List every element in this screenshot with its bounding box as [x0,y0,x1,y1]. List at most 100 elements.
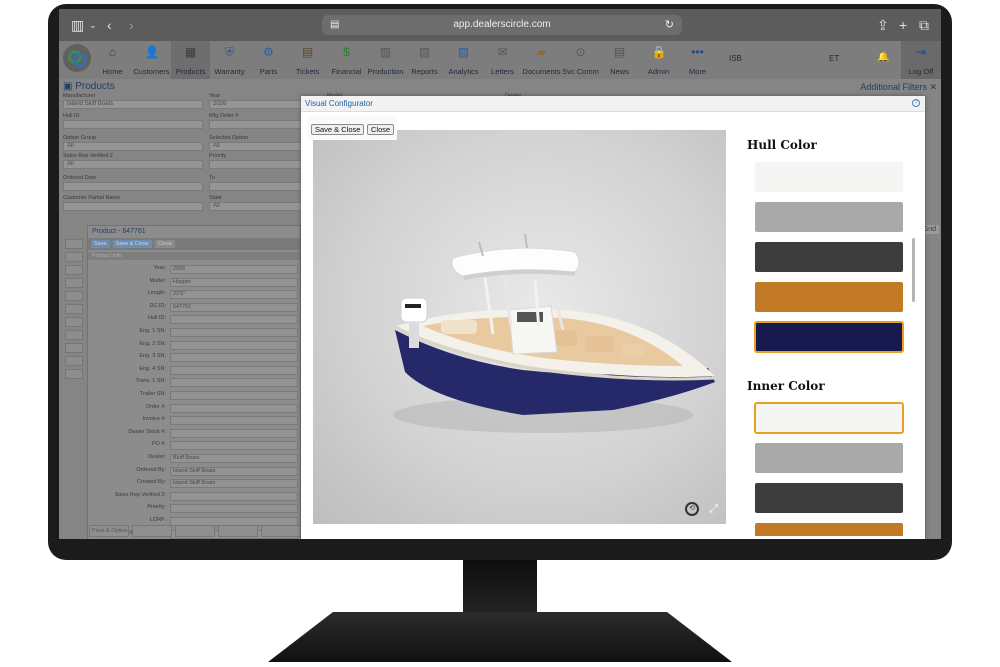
additional-filters-link[interactable]: Additional Filters ✕ [860,82,937,93]
hull-color-swatch-5[interactable] [754,321,904,353]
sidebar-icon[interactable]: ▥ [71,17,84,33]
product-save-close-button[interactable]: Save & Close [112,240,152,248]
share-icon[interactable]: ⇪ [877,17,889,33]
nav-analytics[interactable]: ▨ Analytics [444,41,483,79]
nav-label: News [610,67,629,76]
product-info-value[interactable] [170,353,298,363]
options-panel: Hull Color Inner Color [741,130,917,536]
product-info-label: Eng. 2 SN: [139,340,166,347]
nav-letters[interactable]: ✉ Letters [483,41,522,79]
filter-input[interactable] [63,202,203,211]
forward-icon[interactable]: › [129,17,134,33]
product-info-value[interactable]: Hopper [170,277,298,287]
close-button[interactable]: Close [367,124,395,135]
product-info-label: Eng. 3 SN: [139,353,166,360]
save-close-button[interactable]: Save & Close [311,124,365,135]
product-info-value[interactable]: 22'6" [170,290,298,300]
nav-products[interactable]: ▦ Products [171,41,210,79]
nav-more[interactable]: ••• More [678,41,717,79]
nav-tickets[interactable]: ▤ Tickets [288,41,327,79]
product-close-button[interactable]: Close [154,240,175,248]
product-info-value[interactable] [170,416,298,426]
url-bar[interactable]: ▤ app.dealerscircle.com ↻ [322,15,682,35]
product-info-value[interactable]: Island Skiff Boats [170,466,298,476]
product-info-value[interactable] [170,428,298,438]
hull-color-swatch-4[interactable] [755,282,903,312]
product-info-row: Trailer SN: [88,390,302,401]
nav-parts[interactable]: ⚙ Parts [249,41,288,79]
filter-input[interactable]: All [63,160,203,169]
product-tab[interactable] [218,525,258,537]
product-tab[interactable]: Price & Options [89,525,129,537]
product-info-label: Sales Rep Verified 2: [114,491,166,498]
expand-icon[interactable]: ⤢ [709,503,718,516]
nav-label: Documents [522,67,561,76]
nav-label: Products [175,67,206,76]
hull-color-swatch-2[interactable] [755,202,903,232]
product-info-value[interactable] [170,315,298,325]
chevron-down-icon[interactable]: ⌄ [89,17,97,33]
nav-news[interactable]: ▤ News [600,41,639,79]
product-info-value[interactable] [170,441,298,451]
product-tab[interactable] [132,525,172,537]
inner-color-swatch-3[interactable] [755,483,903,513]
product-info-row: Created By: Island Skiff Boats [88,478,302,489]
product-tab[interactable] [175,525,215,537]
inner-color-swatch-1[interactable] [754,402,904,434]
tickets-icon: ▤ [301,45,314,59]
back-icon[interactable]: ‹ [107,17,112,33]
product-info-value[interactable] [170,391,298,400]
dealerscircle-logo[interactable] [63,44,91,72]
bell-icon[interactable]: 🔔 [877,52,889,64]
plus-icon[interactable]: + [899,17,907,33]
product-info-value[interactable] [170,491,298,501]
product-info-value[interactable] [170,328,298,337]
nav-production[interactable]: ▥ Production [366,41,405,79]
nav-warranty[interactable]: ⛨ Warranty [210,41,249,79]
inner-color-swatch-4[interactable] [755,523,903,536]
help-icon[interactable]: ? [912,99,920,107]
boat-3d-viewer[interactable]: ⟲ ⤢ [313,130,726,524]
product-info-value[interactable] [170,403,298,413]
product-tab[interactable] [261,525,301,537]
product-info-value[interactable] [170,340,298,350]
reload-icon[interactable]: ↻ [665,15,674,35]
nav-svc-comm[interactable]: ⊙ Svc Comm [561,41,600,79]
nav-financial[interactable]: $ Financial [327,41,366,79]
nav-reports[interactable]: ▧ Reports [405,41,444,79]
product-info-label: Eng. 4 SN: [139,365,166,372]
nav-home[interactable]: ⌂ Home [93,41,132,79]
nav-customers[interactable]: 👤 Customers [132,41,171,79]
product-save-button[interactable]: Save [91,240,110,248]
hull-color-swatch-1[interactable] [755,162,903,192]
nav-documents[interactable]: ▰ Documents [522,41,561,79]
product-info-label: Created By: [136,479,166,486]
product-info-value[interactable]: Bluff Boats [170,454,298,463]
more-icon: ••• [691,45,704,59]
filter-label: Manufacturer [63,93,96,99]
product-info-value[interactable] [170,504,298,514]
rotate-360-icon[interactable]: ⟲ [685,502,699,516]
tabs-icon[interactable]: ⧉ [919,17,929,33]
nav-admin[interactable]: 🔒 Admin [639,41,678,79]
timezone-label[interactable]: ET [829,54,839,63]
product-info-value[interactable]: 647761 [170,302,298,312]
filter-input[interactable]: All [63,142,203,151]
filter-input[interactable] [63,182,203,191]
logoff-button[interactable]: ⇥ Log Off [901,41,941,79]
product-info-row: Eng. 2 SN: [88,340,302,351]
product-info-value[interactable] [170,378,298,388]
isb-label[interactable]: ISB [729,54,742,63]
visual-configurator-dialog: Visual Configurator ? ⟲ ⤢ Save & Close C… [301,96,925,539]
filter-label: Sales Rep Verified 2 [63,153,113,159]
product-info-value[interactable] [170,365,298,375]
filter-input[interactable] [63,120,203,129]
product-info-value[interactable]: Island Skiff Boats [170,479,298,489]
nav-items: ⌂ Home 👤 Customers ▦ Products ⛨ Warranty ⚙ Parts ▤… [93,41,717,79]
product-info-row: Invoice #: [88,415,302,426]
inner-color-swatch-2[interactable] [755,443,903,473]
product-info-value[interactable]: 2026 [170,265,298,274]
filter-input[interactable]: Island Skiff Boats [63,100,203,109]
options-scrollbar[interactable] [912,238,915,302]
hull-color-swatch-3[interactable] [755,242,903,272]
